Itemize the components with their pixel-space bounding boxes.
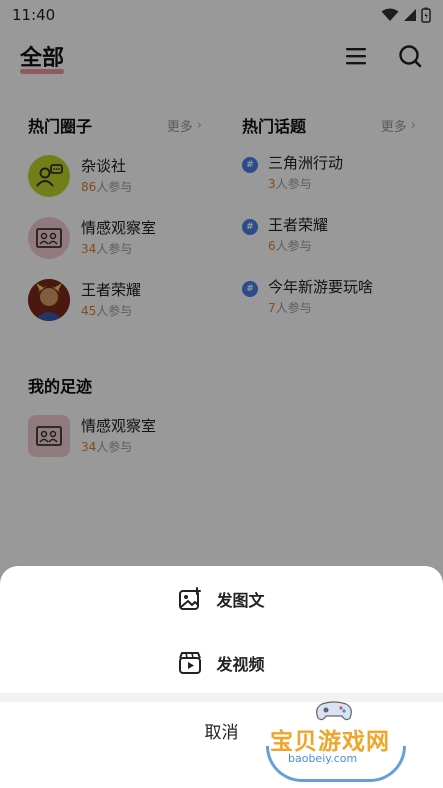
gamepad-icon — [316, 701, 352, 721]
post-image-text-label: 发图文 — [216, 591, 265, 610]
watermark-url: baobeiy.com — [288, 752, 358, 765]
watermark-logo: 宝贝游戏网 baobeiy.com — [262, 700, 412, 784]
post-video-label: 发视频 — [216, 655, 265, 674]
watermark-text: 宝贝游戏网 — [270, 729, 390, 755]
image-add-icon — [179, 587, 202, 610]
video-clapper-icon — [179, 652, 202, 674]
post-image-text-button[interactable]: 发图文 — [0, 568, 443, 630]
post-video-button[interactable]: 发视频 — [0, 632, 443, 694]
